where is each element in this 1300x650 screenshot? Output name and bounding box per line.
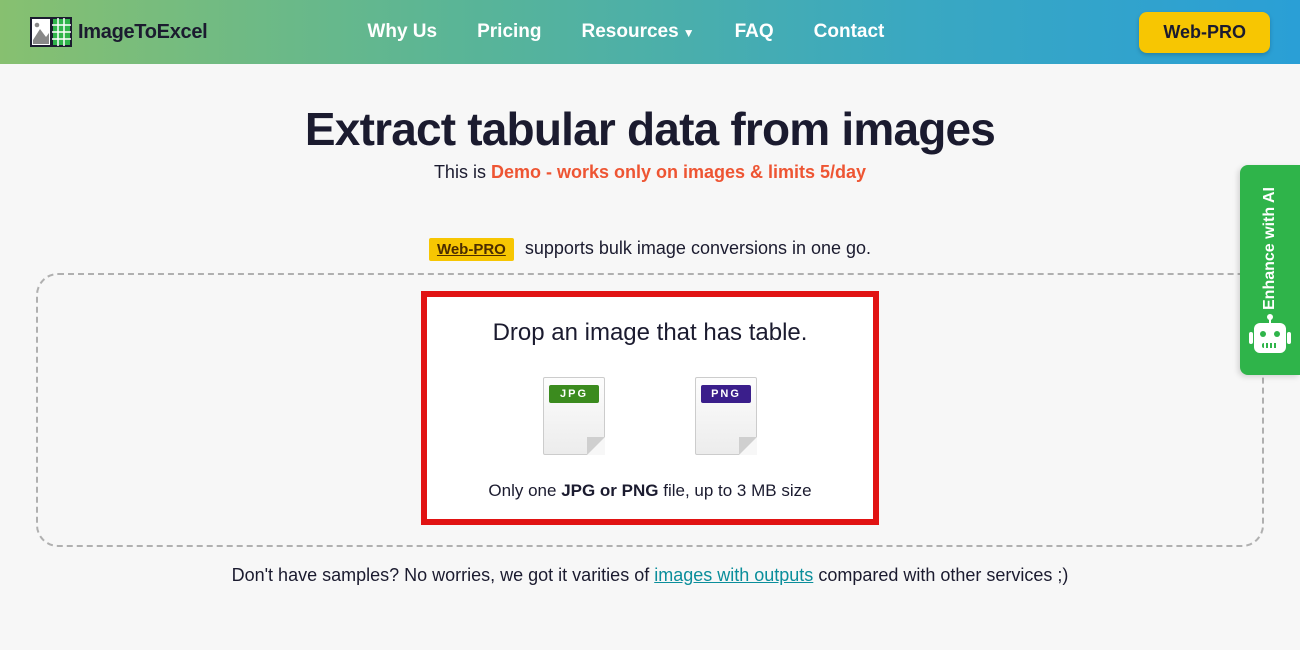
nav-resources[interactable]: Resources ▼ <box>582 21 695 43</box>
samples-link[interactable]: images with outputs <box>654 565 813 585</box>
brand-name: ImageToExcel <box>78 21 207 44</box>
nav-resources-label: Resources <box>582 21 679 43</box>
note-pre: Only one <box>488 481 561 500</box>
jpg-file-icon: JPG <box>543 375 605 455</box>
navbar: ImageToExcel Why Us Pricing Resources ▼ … <box>0 0 1300 64</box>
nav-why-us[interactable]: Why Us <box>367 21 437 43</box>
nav-contact[interactable]: Contact <box>814 21 885 43</box>
robot-icon <box>1254 323 1286 353</box>
dropzone-note: Only one JPG or PNG file, up to 3 MB siz… <box>445 481 855 501</box>
enhance-ai-label: Enhance with AI <box>1260 187 1280 310</box>
samples-pre: Don't have samples? No worries, we got i… <box>232 565 655 585</box>
note-bold: JPG or PNG <box>561 481 658 500</box>
pro-line-text: supports bulk image conversions in one g… <box>525 238 871 258</box>
png-tag: PNG <box>701 385 751 403</box>
nav-faq[interactable]: FAQ <box>735 21 774 43</box>
dropzone-title: Drop an image that has table. <box>445 319 855 347</box>
main-content: Extract tabular data from images This is… <box>0 64 1300 586</box>
nav-pricing[interactable]: Pricing <box>477 21 541 43</box>
web-pro-button[interactable]: Web-PRO <box>1139 12 1270 53</box>
dropzone[interactable]: Drop an image that has table. JPG PNG On… <box>421 291 879 525</box>
subtitle-prefix: This is <box>434 162 491 182</box>
enhance-ai-tab[interactable]: Enhance with AI <box>1240 165 1300 375</box>
page-title: Extract tabular data from images <box>0 102 1300 156</box>
samples-line: Don't have samples? No worries, we got i… <box>0 565 1300 586</box>
file-icons: JPG PNG <box>445 375 855 455</box>
note-post: file, up to 3 MB size <box>659 481 812 500</box>
jpg-tag: JPG <box>549 385 599 403</box>
pro-line: Web-PRO supports bulk image conversions … <box>0 238 1300 259</box>
logo-icon <box>30 15 72 49</box>
chevron-down-icon: ▼ <box>683 26 695 40</box>
dropzone-outer[interactable]: Drop an image that has table. JPG PNG On… <box>36 273 1264 547</box>
nav-links: Why Us Pricing Resources ▼ FAQ Contact <box>367 21 884 43</box>
samples-post: compared with other services ;) <box>813 565 1068 585</box>
subtitle-demo: Demo - works only on images & limits 5/d… <box>491 162 866 182</box>
brand-logo[interactable]: ImageToExcel <box>30 15 207 49</box>
page-subtitle: This is Demo - works only on images & li… <box>0 162 1300 183</box>
web-pro-inline-badge[interactable]: Web-PRO <box>429 238 514 261</box>
png-file-icon: PNG <box>695 375 757 455</box>
